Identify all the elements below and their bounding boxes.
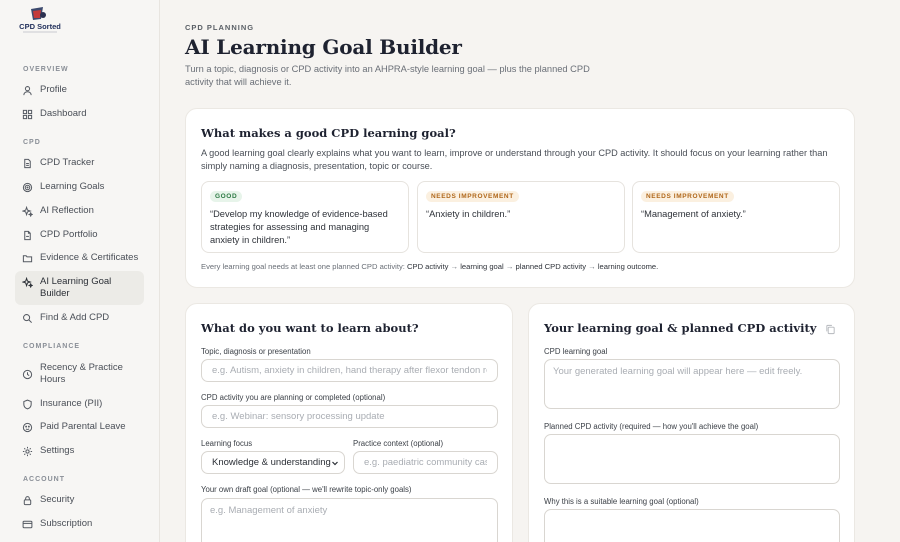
draft-goal-textarea[interactable] [201,498,498,542]
focus-label: Learning focus [201,439,253,448]
activity-input[interactable] [201,405,498,428]
practice-context-input[interactable] [353,451,498,474]
learning-focus-select[interactable]: Knowledge & understanding [201,451,345,474]
sidebar-item-cpd-portfolio[interactable]: CPD Portfolio [15,224,144,246]
cpd-flow-note: Every learning goal needs at least one p… [201,262,659,271]
draft-label: Your own draft goal (optional — we'll re… [201,485,412,494]
sidebar-item-label: CPD Tracker [40,157,95,168]
status-badge: NEEDS IMPROVEMENT [426,191,519,202]
info-card-heading: What makes a good CPD learning goal? [201,126,456,140]
generated-goal-textarea[interactable] [544,359,840,409]
sidebar-item-label: Find & Add CPD [40,312,110,323]
sparkle-icon [22,277,33,288]
sidebar-item-recency-practice-hours[interactable]: Recency & Practice Hours [15,359,144,389]
sidebar-item-label: Subscription [40,518,93,529]
context-label: Practice context (optional) [353,439,444,448]
example-card-good: GOOD “Develop my knowledge of evidence-b… [201,181,409,253]
shield-icon [22,399,33,410]
page-eyebrow: CPD PLANNING [185,23,255,32]
goal-input-card: What do you want to learn about? Topic, … [185,303,513,542]
flow-prefix: Every learning goal needs at least one p… [201,262,405,271]
why-suitable-label: Why this is a suitable learning goal (op… [544,497,699,506]
sidebar-item-label: Paid Parental Leave [40,421,126,432]
goal-label: CPD learning goal [544,347,608,356]
sparkle-icon [22,205,33,217]
target-icon [22,182,33,193]
example-text: “Management of anxiety.” [641,209,746,219]
goal-output-card: Your learning goal & planned CPD activit… [528,303,855,542]
example-card-needs-improvement: NEEDS IMPROVEMENT “Management of anxiety… [632,181,840,253]
learning-focus-value: Knowledge & understanding [212,457,331,468]
sidebar-item-profile[interactable]: Profile [15,79,144,101]
sidebar-item-label: AI Learning Goal Builder [40,276,112,299]
sidebar-item-ai-reflection[interactable]: AI Reflection [15,200,144,222]
form-heading: What do you want to learn about? [201,321,419,335]
flow-step: planned CPD activity [515,262,587,271]
copy-icon[interactable] [825,322,836,335]
folder-icon [22,253,33,264]
sidebar-item-label: Security [40,494,75,505]
sidebar-item-dashboard[interactable]: Dashboard [15,103,144,125]
learning-goal-info-card: What makes a good CPD learning goal? A g… [185,108,855,288]
output-heading: Your learning goal & planned CPD activit… [544,321,817,335]
section-account: ACCOUNT [23,476,65,483]
sidebar-item-subscription[interactable]: Subscription [15,513,144,535]
example-text: “Develop my knowledge of evidence-based … [210,209,388,245]
section-overview: OVERVIEW [23,66,69,73]
sidebar-item-label: Settings [40,445,75,456]
topic-input[interactable] [201,359,498,382]
file-icon [22,230,33,241]
example-text: “Anxiety in children.” [426,209,511,219]
dashboard-icon [22,109,33,120]
sidebar-item-label: Evidence & Certificates [40,252,139,263]
planned-activity-textarea[interactable] [544,434,840,484]
sidebar-item-label: Dashboard [40,108,87,119]
card-icon [22,519,33,530]
section-compliance: COMPLIANCE [23,343,81,350]
cpd-sorted-logo[interactable]: CPD Sorted [19,5,61,35]
sidebar-item-label: CPD Portfolio [40,229,98,240]
why-suitable-textarea[interactable] [544,509,840,542]
sidebar-item-label: Profile [40,84,67,95]
activity-label: CPD activity you are planning or complet… [201,393,386,402]
sidebar-item-label: AI Reflection [40,205,94,216]
sidebar: CPD Sorted OVERVIEW Profile Dashboard CP… [0,0,160,542]
document-icon [22,158,33,169]
chevron-down-icon [331,459,339,467]
sidebar-item-ai-learning-goal-builder[interactable]: AI Learning Goal Builder [15,271,144,305]
sidebar-item-cpd-tracker[interactable]: CPD Tracker [15,152,144,174]
sidebar-item-settings[interactable]: Settings [15,440,144,462]
planned-activity-label: Planned CPD activity (required — how you… [544,422,759,431]
sidebar-item-paid-parental-leave[interactable]: Paid Parental Leave [15,416,144,438]
gear-icon [22,446,33,457]
section-cpd: CPD [23,139,41,146]
status-badge: GOOD [210,191,243,202]
sidebar-item-label: Insurance (PII) [40,398,103,409]
flow-step: learning outcome. [597,262,659,271]
sidebar-item-insurance-pii[interactable]: Insurance (PII) [15,393,144,415]
flow-step: CPD activity [407,262,449,271]
topic-label: Topic, diagnosis or presentation [201,347,311,356]
sidebar-item-label: Learning Goals [40,181,105,192]
sidebar-item-find-add-cpd[interactable]: Find & Add CPD [15,307,144,329]
status-badge: NEEDS IMPROVEMENT [641,191,734,202]
svg-text:CPD Sorted: CPD Sorted [19,22,61,31]
page-subtitle: Turn a topic, diagnosis or CPD activity … [185,64,590,87]
example-card-needs-improvement: NEEDS IMPROVEMENT “Anxiety in children.” [417,181,625,253]
flow-step: learning goal [460,262,504,271]
user-icon [22,85,33,96]
info-card-body: A good learning goal clearly explains wh… [201,148,828,171]
leave-icon [22,422,33,433]
search-icon [22,313,33,324]
page-title: AI Learning Goal Builder [185,35,462,59]
sidebar-item-learning-goals[interactable]: Learning Goals [15,176,144,198]
sidebar-item-evidence-certificates[interactable]: Evidence & Certificates [15,247,144,269]
sidebar-item-label: Recency & Practice Hours [40,362,123,385]
clock-icon [22,369,33,380]
sidebar-item-security[interactable]: Security [15,489,144,511]
lock-icon [22,495,33,506]
